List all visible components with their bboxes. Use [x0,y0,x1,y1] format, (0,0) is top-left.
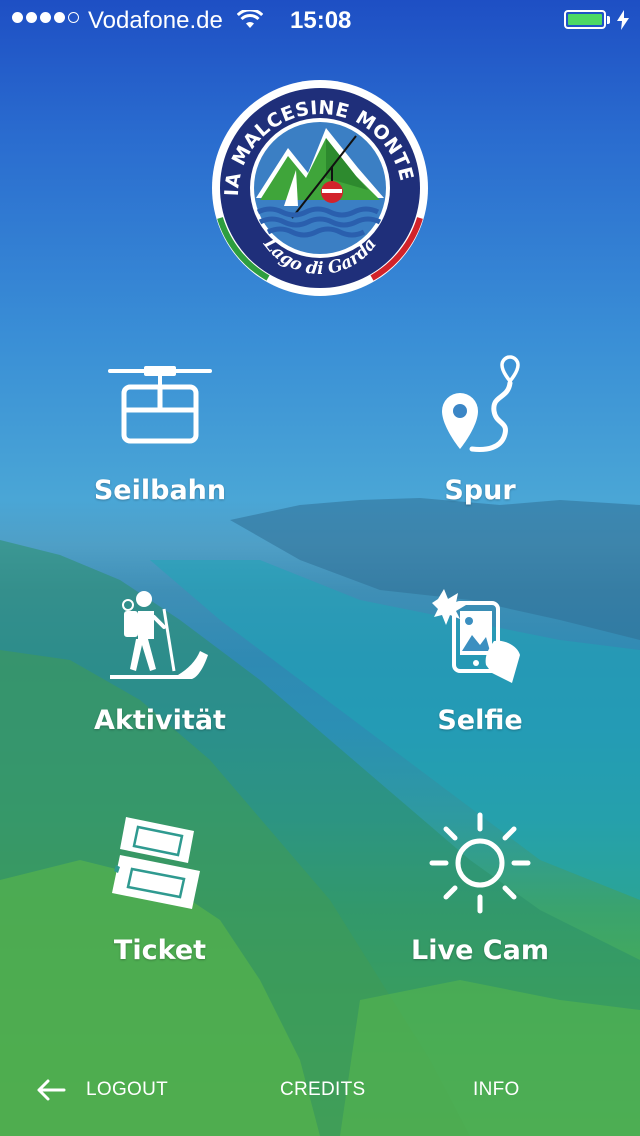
phone-camera-icon [432,589,520,683]
menu-tile-seilbahn[interactable]: Seilbahn [40,355,280,515]
tickets-icon [112,817,200,909]
sun-icon [429,812,531,914]
menu-tile-spur[interactable]: Spur [360,355,600,515]
menu-tile-ticket[interactable]: Ticket [40,815,280,975]
carrier-name: Vodafone.de [88,7,223,34]
funivia-logo: FUNIVIA MALCESINE MONTE BALDO Lago di Ga… [208,78,428,296]
menu-label-ticket: Ticket [113,935,207,966]
menu-tile-selfie[interactable]: Selfie [360,585,600,745]
status-bar: Vodafone.de 15:08 [0,0,640,40]
info-link[interactable]: INFO [473,1079,520,1101]
logout-link[interactable]: LOGOUT [86,1079,168,1101]
menu-tile-aktivitaet[interactable]: Aktivität [40,585,280,745]
clock: 15:08 [290,7,352,34]
menu-label-seilbahn: Seilbahn [93,475,227,506]
back-arrow-icon[interactable] [36,1078,66,1102]
route-pin-icon [442,355,520,452]
signal-strength-icon [12,12,79,23]
menu-tile-live-cam[interactable]: Live Cam [360,812,600,975]
hiker-icon [110,591,208,679]
menu-label-spur: Spur [444,475,516,506]
menu-label-aktivitaet: Aktivität [94,705,226,736]
credits-link[interactable]: CREDITS [280,1079,366,1101]
footer-bar: LOGOUT CREDITS INFO [0,1070,640,1110]
charging-bolt-icon [617,10,629,30]
menu-label-live-cam: Live Cam [411,935,549,966]
battery-icon [564,10,606,29]
menu-label-selfie: Selfie [437,705,523,736]
wifi-icon [237,10,263,28]
cable-car-icon [108,366,212,444]
